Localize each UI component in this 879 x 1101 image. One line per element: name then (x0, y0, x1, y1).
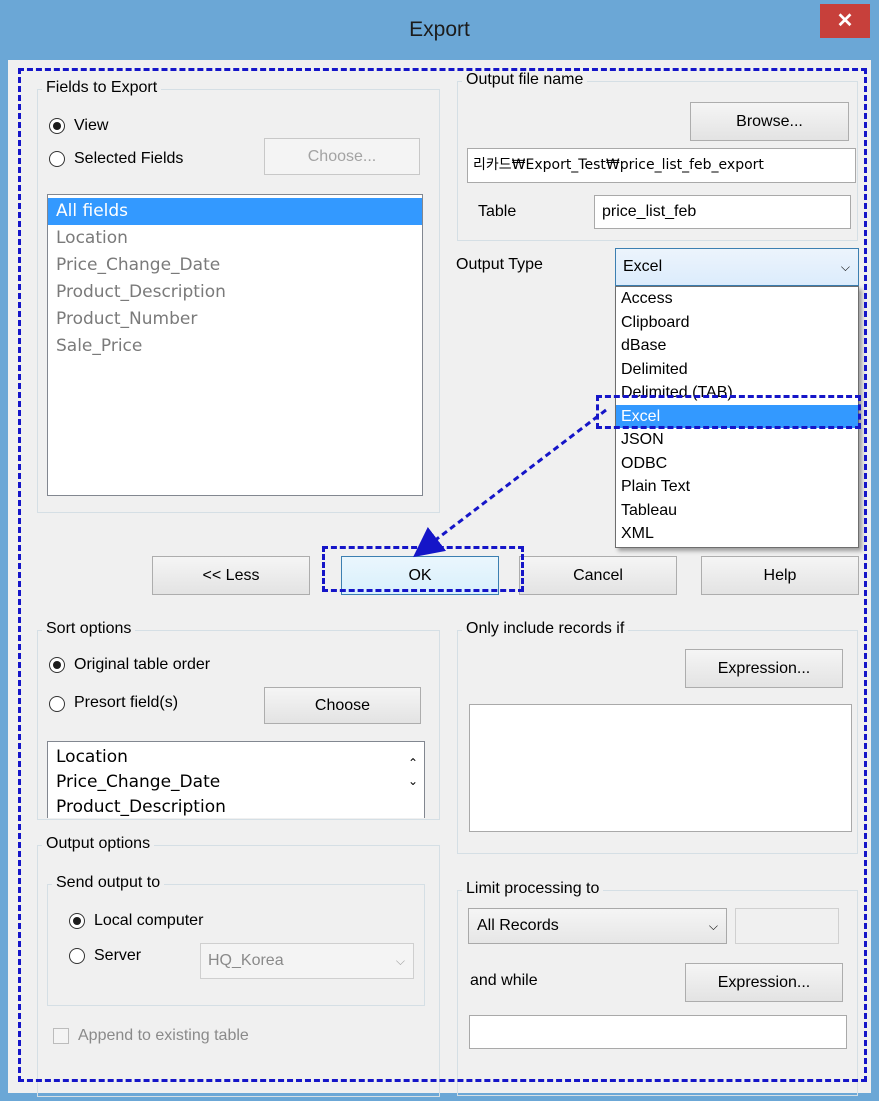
export-dialog: Export ✕ Fields to Export View Selected … (0, 0, 879, 1101)
annotation-arrow (413, 408, 607, 558)
